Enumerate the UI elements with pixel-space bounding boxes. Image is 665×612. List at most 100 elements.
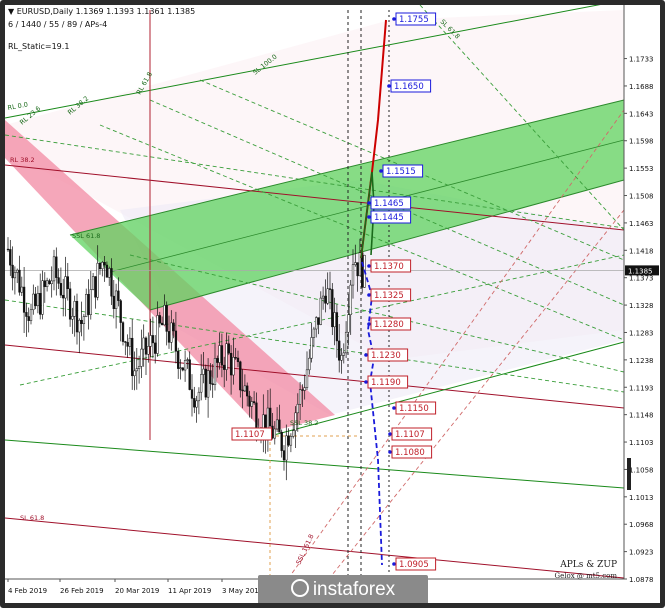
candle-body [156,315,159,354]
candle-body [112,295,115,309]
candle-body [206,370,210,398]
lower-target-label: 1.1107 [395,430,425,440]
price-tick-label: 1.1733 [629,56,654,64]
target-marker [388,450,392,454]
price-tick-label: 1.1148 [629,412,654,420]
candle-body [89,289,92,315]
target-marker [367,322,371,326]
candle-body [73,301,76,317]
fib-label: SSL 38.2 [290,419,318,427]
price-tick-label: 1.1553 [629,165,654,173]
candle-body [149,335,152,347]
candle-body [356,262,359,277]
candle-body [45,280,49,287]
candle-body [124,341,127,343]
price-tick-label: 1.1103 [629,439,654,447]
lower-target-label: 1.1280 [374,320,404,330]
candle-body [202,368,205,375]
candle-body [317,317,320,325]
candle-body [110,268,113,297]
candle-body [87,294,90,315]
candle-body [137,366,141,369]
candle-body [32,293,35,311]
candle-body [103,262,106,266]
watermark: instaforex [258,575,428,605]
lower-target-label: 1.1190 [371,378,401,388]
time-tick-label: 11 Apr 2019 [168,587,211,595]
candle-body [6,248,10,251]
candle-body [351,264,355,286]
candle-body [354,262,357,265]
candle-body [287,435,290,446]
target-marker [367,201,371,205]
target-marker [388,432,392,436]
upper-target-label: 1.1755 [399,15,429,25]
candle-body [223,364,226,370]
time-tick-label: 4 Feb 2019 [8,587,47,595]
candle-body [333,312,336,328]
candle-body [252,401,256,404]
candle-body [179,367,182,369]
candle-body [108,268,111,278]
low-marker-label: 1.1107 [235,430,265,440]
candle-body [211,383,214,385]
candle-body [131,337,134,377]
candle-body [305,369,309,388]
candle-body [292,430,295,437]
lower-target-label: 1.1230 [371,351,401,361]
candle-body [177,350,180,369]
candle-body [94,276,97,298]
candle-body [275,419,279,430]
fib-label: RL 38.2 [10,156,35,164]
candle-body [298,389,302,405]
lower-target-label: 1.0905 [399,560,429,570]
candle-body [236,357,240,363]
candle-body [342,352,345,356]
candle-body [241,389,244,392]
candle-body [324,295,327,304]
candle-body [310,337,313,359]
candle-body [165,305,168,332]
target-marker [392,562,396,566]
price-tick-label: 1.1643 [629,110,654,118]
candle-body [85,294,88,317]
target-marker [367,215,371,219]
candle-body [9,249,12,266]
price-tick-label: 1.0923 [629,549,654,557]
candle-body [319,297,322,325]
instaforex-logo-icon [290,579,309,597]
candle-body [98,262,102,270]
candle-body [285,435,288,461]
candle-body [18,269,21,293]
candle-body [105,264,109,278]
candle-body [312,328,316,338]
candle-body [216,358,219,363]
candle-body [209,370,212,384]
candle-body [62,294,65,299]
candle-body [50,280,53,285]
target-marker [392,17,396,21]
candle-body [117,290,120,301]
candle-body [246,385,249,397]
candle-body [308,357,311,371]
candle-body [213,358,217,385]
candle-body [144,337,148,355]
target-marker [364,353,368,357]
lower-target-label: 1.1150 [399,404,429,414]
candle-body [55,256,58,278]
candle-body [225,343,228,370]
candle-body [71,316,74,320]
candle-body [186,359,189,361]
candle-body [128,337,132,347]
target-marker [367,264,371,268]
candle-body [22,286,26,313]
candle-body [315,317,318,330]
candle-body [250,401,253,407]
upper-target-label: 1.1445 [374,213,404,223]
price-tick-label: 1.0878 [629,576,654,584]
price-tick-label: 1.1598 [629,138,654,146]
candle-body [227,343,230,354]
brand-title: APLs & ZUP [560,560,617,570]
candle-body [167,331,171,343]
collapse-triangle-icon[interactable]: ▼ [8,7,14,16]
